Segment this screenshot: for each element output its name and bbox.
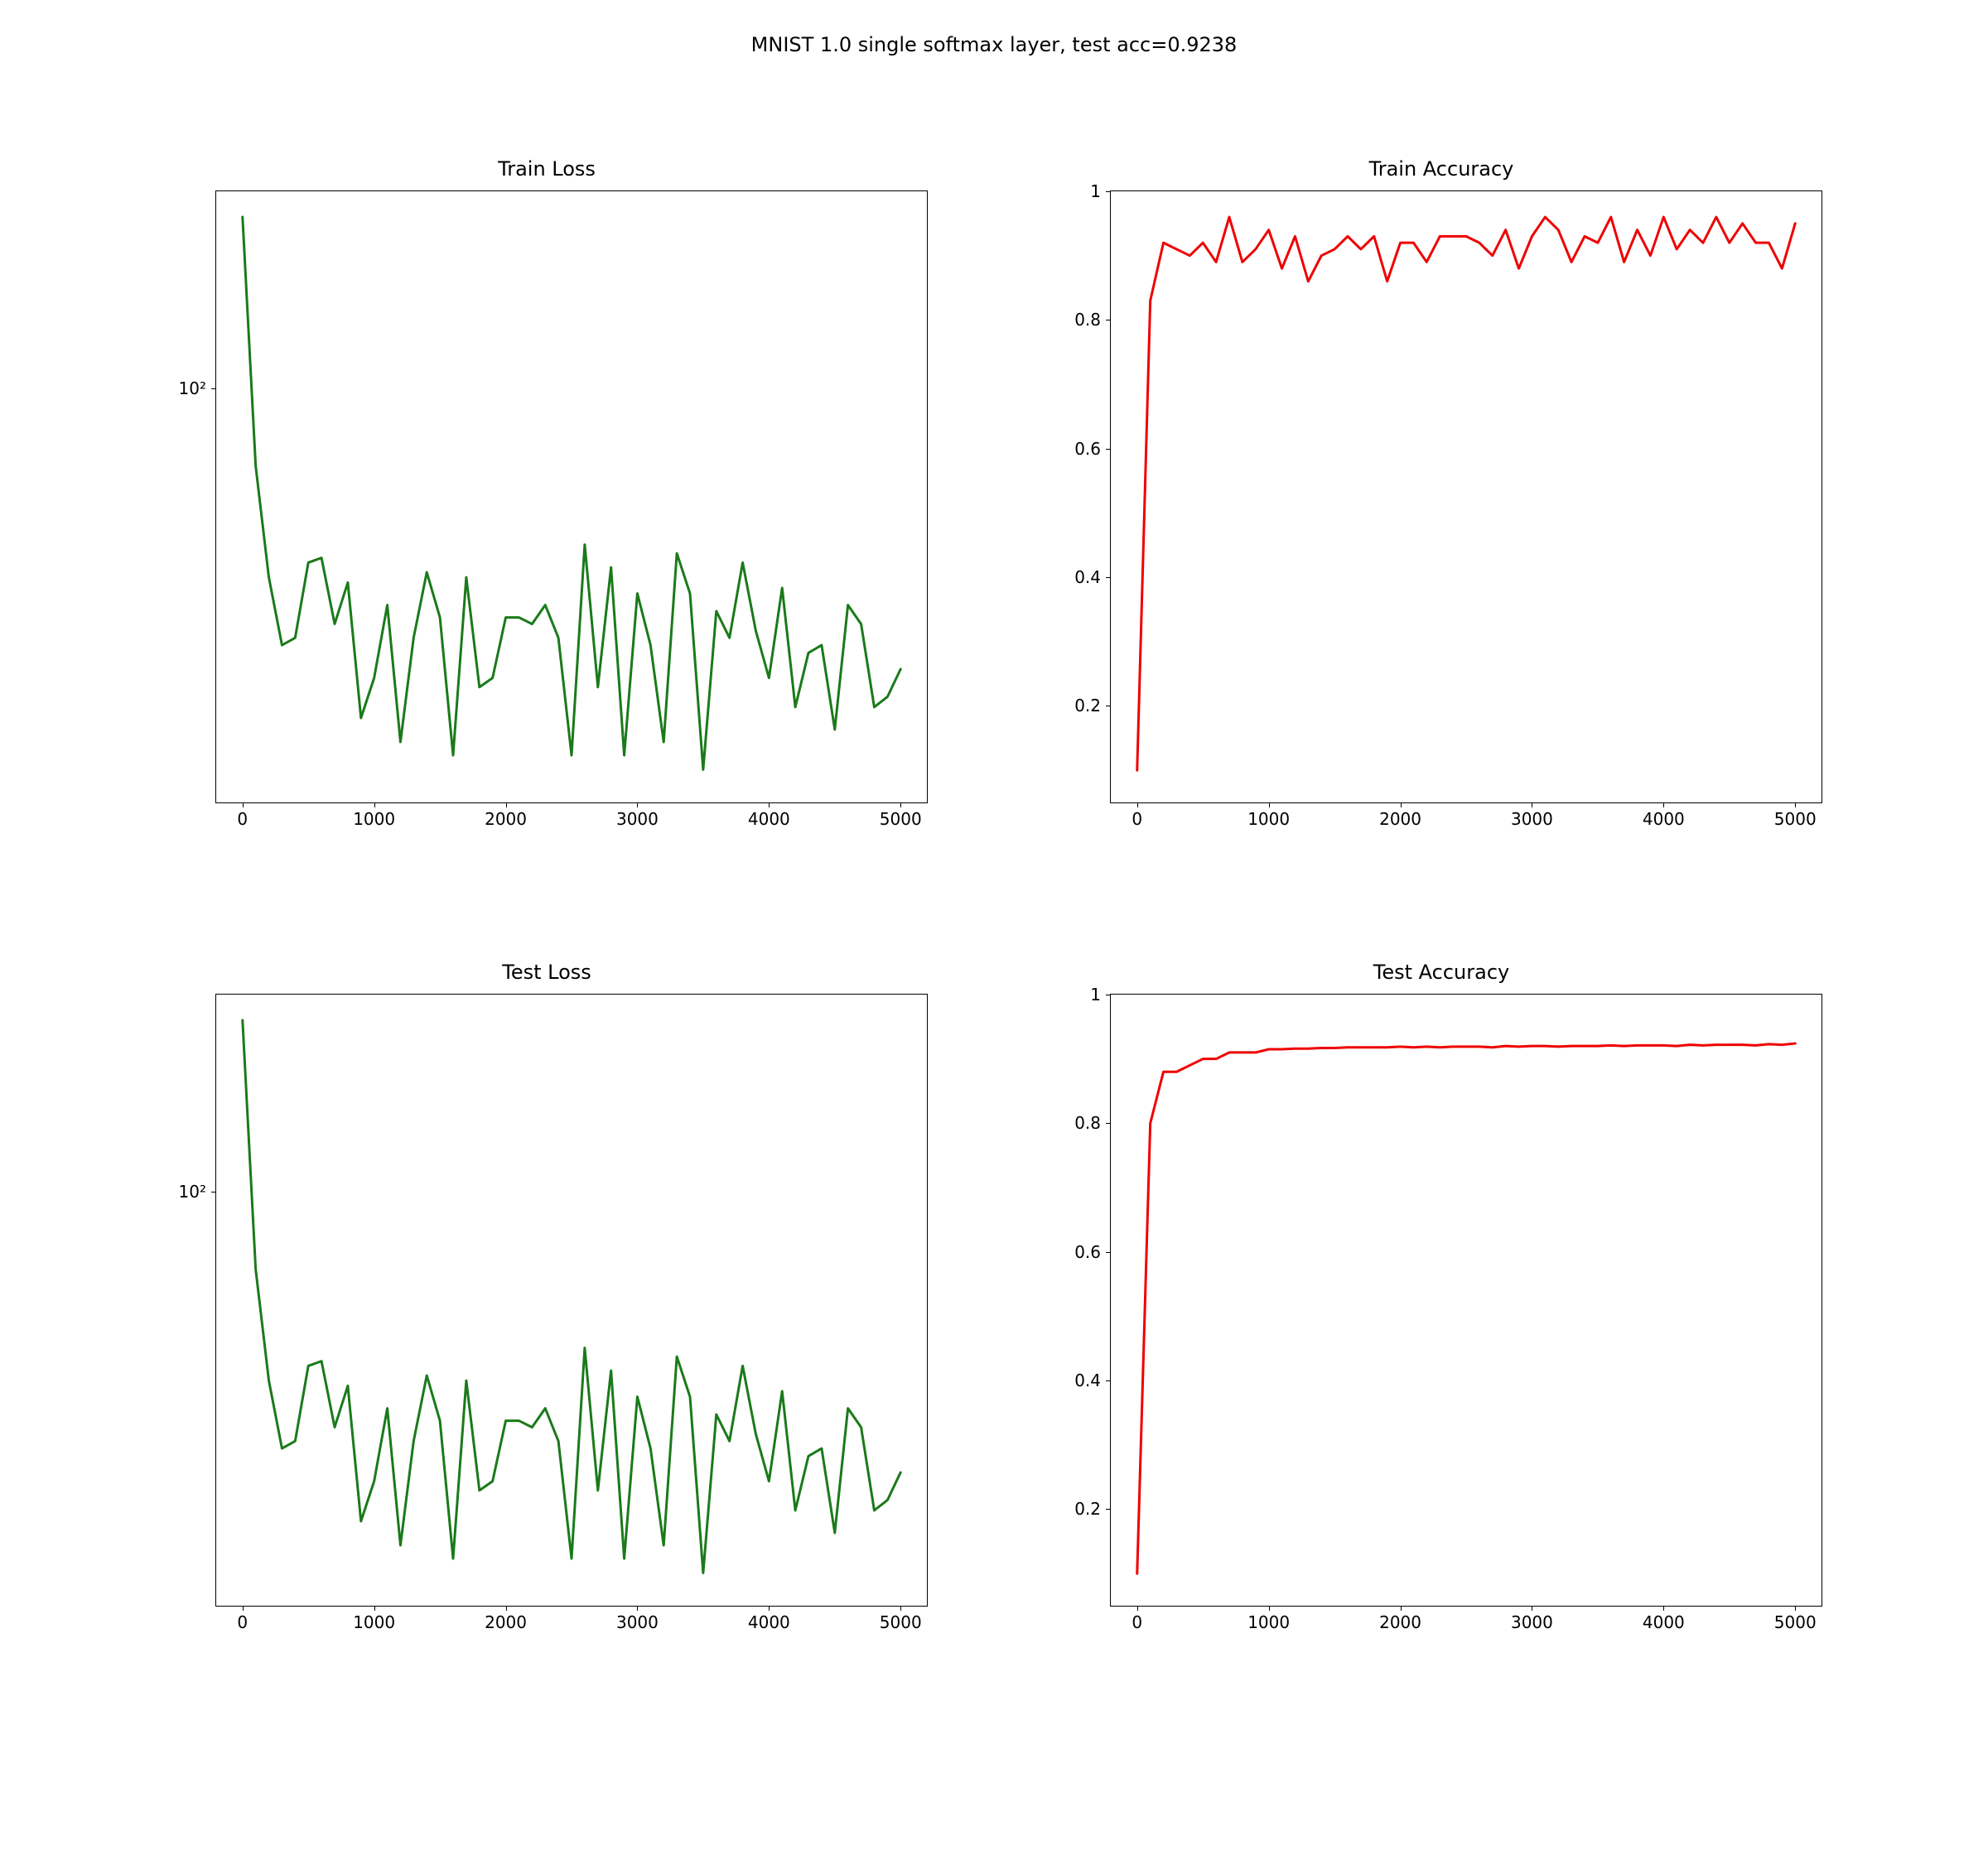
- x-tick-label: 0: [237, 809, 248, 829]
- x-tick-mark: [637, 802, 638, 807]
- x-tick-label: 4000: [1643, 1612, 1685, 1632]
- x-tick-mark: [637, 1606, 638, 1611]
- subplot-grid: Train Loss 01000200030004000500010² Trai…: [149, 166, 1839, 1656]
- x-tick-label: 5000: [880, 809, 922, 829]
- y-tick-label: 0.4: [1074, 567, 1101, 587]
- x-tick-label: 3000: [1511, 1612, 1553, 1632]
- x-tick-mark: [769, 802, 770, 807]
- x-tick-mark: [900, 802, 901, 807]
- x-tick-label: 3000: [616, 809, 659, 829]
- x-tick-label: 0: [237, 1612, 248, 1632]
- x-tick-label: 1000: [1247, 809, 1290, 829]
- x-tick-label: 5000: [880, 1612, 922, 1632]
- x-tick-mark: [900, 1606, 901, 1611]
- x-tick-label: 4000: [748, 1612, 790, 1632]
- plot-area-train-acc: 0100020003000400050000.20.40.60.81: [1110, 190, 1822, 803]
- panel-train-acc: Train Accuracy 0100020003000400050000.20…: [1044, 166, 1839, 853]
- x-tick-mark: [374, 802, 375, 807]
- x-tick-label: 4000: [748, 809, 790, 829]
- x-tick-label: 0: [1132, 809, 1142, 829]
- plot-svg: [216, 995, 927, 1606]
- x-tick-label: 2000: [485, 1612, 527, 1632]
- x-tick-mark: [1663, 802, 1664, 807]
- y-tick-label: 1: [1090, 181, 1101, 201]
- y-tick-mark: [1106, 449, 1111, 450]
- figure: MNIST 1.0 single softmax layer, test acc…: [0, 0, 1988, 1855]
- panel-title: Test Accuracy: [1044, 961, 1839, 984]
- x-tick-label: 2000: [485, 809, 527, 829]
- plot-svg: [1111, 995, 1822, 1606]
- x-tick-mark: [1663, 1606, 1664, 1611]
- y-tick-label: 0.8: [1074, 1113, 1101, 1133]
- x-tick-mark: [374, 1606, 375, 1611]
- x-tick-mark: [1795, 1606, 1796, 1611]
- x-tick-label: 4000: [1643, 809, 1685, 829]
- panel-title: Train Loss: [149, 157, 944, 181]
- x-tick-label: 3000: [1511, 809, 1553, 829]
- x-tick-mark: [506, 802, 507, 807]
- x-tick-mark: [769, 1606, 770, 1611]
- x-tick-label: 3000: [616, 1612, 659, 1632]
- y-tick-label: 10²: [179, 1182, 206, 1202]
- x-tick-mark: [506, 1606, 507, 1611]
- data-line: [243, 1020, 900, 1573]
- panel-train-loss: Train Loss 01000200030004000500010²: [149, 166, 944, 853]
- y-tick-mark: [211, 388, 216, 389]
- y-tick-label: 0.2: [1074, 1499, 1101, 1519]
- x-tick-mark: [1401, 1606, 1402, 1611]
- x-tick-mark: [243, 802, 244, 807]
- x-tick-mark: [1137, 802, 1138, 807]
- x-tick-label: 2000: [1379, 809, 1421, 829]
- panel-test-acc: Test Accuracy 0100020003000400050000.20.…: [1044, 969, 1839, 1656]
- x-tick-label: 2000: [1379, 1612, 1421, 1632]
- y-tick-mark: [1106, 1252, 1111, 1253]
- data-line: [243, 217, 900, 769]
- y-tick-mark: [1106, 191, 1111, 192]
- panel-title: Test Loss: [149, 961, 944, 984]
- y-tick-label: 0.2: [1074, 696, 1101, 716]
- panel-test-loss: Test Loss 01000200030004000500010²: [149, 969, 944, 1656]
- x-tick-label: 5000: [1774, 809, 1817, 829]
- y-tick-label: 0.6: [1074, 1242, 1101, 1262]
- y-tick-label: 0.4: [1074, 1371, 1101, 1390]
- x-tick-mark: [1795, 802, 1796, 807]
- figure-suptitle: MNIST 1.0 single softmax layer, test acc…: [0, 33, 1988, 56]
- panel-title: Train Accuracy: [1044, 157, 1839, 181]
- x-tick-mark: [1137, 1606, 1138, 1611]
- x-tick-mark: [243, 1606, 244, 1611]
- x-tick-mark: [1269, 802, 1270, 807]
- x-tick-mark: [1269, 1606, 1270, 1611]
- y-tick-label: 0.8: [1074, 310, 1101, 330]
- y-tick-label: 0.6: [1074, 439, 1101, 459]
- y-tick-mark: [1106, 1509, 1111, 1510]
- y-tick-mark: [1106, 1123, 1111, 1124]
- plot-area-test-loss: 01000200030004000500010²: [215, 994, 928, 1607]
- x-tick-label: 1000: [353, 1612, 395, 1632]
- plot-area-train-loss: 01000200030004000500010²: [215, 190, 928, 803]
- x-tick-mark: [1401, 802, 1402, 807]
- x-tick-label: 0: [1132, 1612, 1142, 1632]
- x-tick-label: 1000: [1247, 1612, 1290, 1632]
- data-line: [1137, 1043, 1795, 1573]
- x-tick-label: 5000: [1774, 1612, 1817, 1632]
- y-tick-label: 1: [1090, 985, 1101, 1005]
- plot-svg: [216, 191, 927, 802]
- y-tick-label: 10²: [179, 378, 206, 398]
- data-line: [1137, 217, 1795, 770]
- plot-svg: [1111, 191, 1822, 802]
- x-tick-label: 1000: [353, 809, 395, 829]
- y-tick-mark: [1106, 1380, 1111, 1381]
- plot-area-test-acc: 0100020003000400050000.20.40.60.81: [1110, 994, 1822, 1607]
- y-tick-mark: [1106, 577, 1111, 578]
